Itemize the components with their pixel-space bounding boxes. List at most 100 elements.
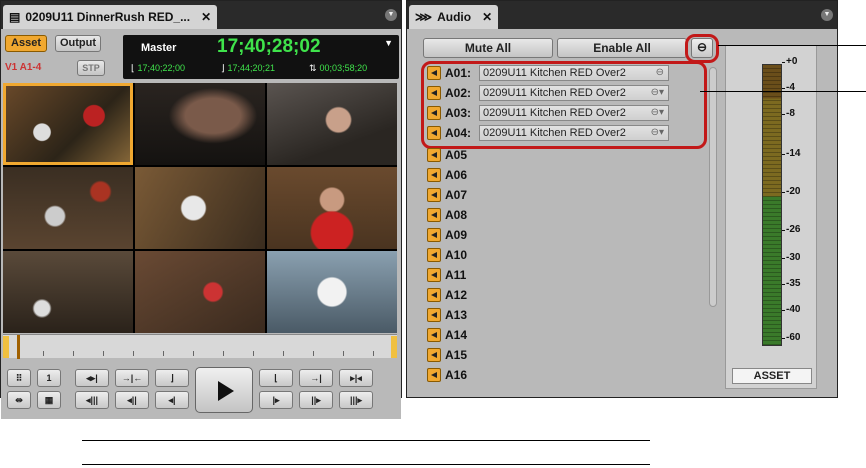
panel-menu-icon[interactable]: ▼ xyxy=(821,9,833,21)
timeline-tick xyxy=(253,351,254,356)
track-row[interactable]: A11 xyxy=(427,265,475,285)
track-row[interactable]: A08 xyxy=(427,205,475,225)
timeline-tick xyxy=(283,351,284,356)
duration-value: 00;03;58;20 xyxy=(319,63,368,73)
track-row[interactable]: A10 xyxy=(427,245,475,265)
timeline-tick xyxy=(133,351,134,356)
close-icon[interactable]: ✕ xyxy=(482,10,492,24)
track-row[interactable]: A09 xyxy=(427,225,475,245)
go-to-in-icon[interactable]: →|← xyxy=(115,369,149,387)
track-name: A10 xyxy=(445,248,468,262)
go-to-out-icon[interactable]: →| xyxy=(299,369,333,387)
mark-in-icon: ⌊ xyxy=(131,63,135,73)
timeline-tick xyxy=(373,351,374,356)
video-thumbnail[interactable] xyxy=(267,251,397,333)
track-row[interactable]: A06 xyxy=(427,165,475,185)
speaker-icon[interactable] xyxy=(427,168,441,182)
track-row[interactable]: A15 xyxy=(427,345,475,365)
track-row[interactable]: A14 xyxy=(427,325,475,345)
meter-label: ASSET xyxy=(732,368,812,384)
step-back-forward-icon[interactable]: ◂▸| xyxy=(75,369,109,387)
track-name: A08 xyxy=(445,208,468,222)
video-thumbnail[interactable] xyxy=(267,83,397,165)
track-row[interactable]: A16 xyxy=(427,365,475,385)
video-thumbnail[interactable] xyxy=(135,251,265,333)
output-button[interactable]: Output xyxy=(55,35,101,52)
mark-in-button-icon[interactable]: ⌋ xyxy=(155,369,189,387)
stp-button[interactable]: STP xyxy=(77,60,105,76)
speaker-icon[interactable] xyxy=(427,148,441,162)
track-row[interactable]: A07 xyxy=(427,185,475,205)
tab-source-monitor[interactable]: ▤ 0209U11 DinnerRush RED_... ✕ xyxy=(3,5,218,29)
timecode-menu-icon[interactable]: ▼ xyxy=(384,38,393,48)
track-scrollbar[interactable] xyxy=(709,67,717,307)
speaker-icon[interactable] xyxy=(427,268,441,282)
timeline-tick xyxy=(43,351,44,356)
video-thumbnail[interactable] xyxy=(135,167,265,249)
meter-scale-label: -40 xyxy=(781,304,801,315)
tab-bar: ⋙ Audio ✕ ▼ xyxy=(407,1,837,29)
speaker-icon[interactable] xyxy=(427,188,441,202)
rewind-icon[interactable]: ◂|| xyxy=(115,391,149,409)
play-button[interactable] xyxy=(195,367,253,413)
speaker-icon[interactable] xyxy=(427,208,441,222)
meter-scale-label: -35 xyxy=(781,278,801,289)
trim-icon[interactable]: ⇹ xyxy=(7,391,31,409)
video-thumbnail[interactable] xyxy=(3,251,133,333)
step-forward-icon[interactable]: |▸ xyxy=(259,391,293,409)
duration-icon: ⇅ xyxy=(309,63,317,73)
timeline-tick xyxy=(193,351,194,356)
mark-in-marker[interactable] xyxy=(3,336,9,358)
video-thumbnail[interactable] xyxy=(135,83,265,165)
playhead[interactable] xyxy=(17,335,20,359)
track-row[interactable]: A13 xyxy=(427,305,475,325)
video-thumbnail[interactable] xyxy=(3,167,133,249)
mark-out-timecode: ⌋ 17;44;20;21 xyxy=(221,63,275,74)
track-indicator: V1 A1-4 xyxy=(5,62,42,73)
mark-out-marker[interactable] xyxy=(391,336,397,358)
speaker-icon[interactable] xyxy=(427,228,441,242)
tab-bar: ▤ 0209U11 DinnerRush RED_... ✕ ▼ xyxy=(1,1,401,29)
forward-fast-icon[interactable]: |||▸ xyxy=(339,391,373,409)
video-thumbnail[interactable] xyxy=(3,83,133,165)
asset-button[interactable]: Asset xyxy=(5,35,47,52)
divider-line xyxy=(82,464,650,465)
video-thumbnail[interactable] xyxy=(267,167,397,249)
grid-icon[interactable]: ⠿ xyxy=(7,369,31,387)
forward-icon[interactable]: ||▸ xyxy=(299,391,333,409)
enable-all-button[interactable]: Enable All xyxy=(557,38,687,58)
tab-title: 0209U11 DinnerRush RED_... xyxy=(25,10,191,24)
tab-audio[interactable]: ⋙ Audio ✕ xyxy=(409,5,499,29)
speaker-icon[interactable] xyxy=(427,248,441,262)
timecode-display[interactable]: Master 17;40;28;02 ▼ ⌊ 17;40;22;00 ⌋ 17;44… xyxy=(123,35,399,79)
mark-out-value: 17;44;20;21 xyxy=(227,63,276,73)
speaker-icon[interactable] xyxy=(427,328,441,342)
step-back-icon[interactable]: ◂| xyxy=(155,391,189,409)
source-monitor-panel: ▤ 0209U11 DinnerRush RED_... ✕ ▼ Asset O… xyxy=(0,0,402,419)
speaker-icon[interactable] xyxy=(427,348,441,362)
audio-body: Mute All Enable All ⊖ A01: 0209U11 Kitch… xyxy=(407,29,837,397)
speaker-icon[interactable] xyxy=(427,368,441,382)
clear-marks-icon[interactable]: ▸|◂ xyxy=(339,369,373,387)
keyboard-icon[interactable]: ▦ xyxy=(37,391,61,409)
speaker-icon[interactable] xyxy=(427,288,441,302)
audio-meter: +0 -4 -8 -14 -20 -26 -30 -35 -40 -60 ASS… xyxy=(725,45,817,389)
track-row[interactable]: A12 xyxy=(427,285,475,305)
mark-out-button-icon[interactable]: ⌊ xyxy=(259,369,293,387)
speaker-icon[interactable] xyxy=(427,308,441,322)
track-name: A09 xyxy=(445,228,468,242)
track-name: A06 xyxy=(445,168,468,182)
track-row[interactable]: A05 xyxy=(427,145,475,165)
monitor-header: Asset Output V1 A1-4 STP Master 17;40;28… xyxy=(1,29,401,81)
video-viewer[interactable] xyxy=(3,83,397,333)
callout-line xyxy=(718,45,866,46)
track-name: A05 xyxy=(445,148,468,162)
rewind-fast-icon[interactable]: ◂||| xyxy=(75,391,109,409)
mute-all-button[interactable]: Mute All xyxy=(423,38,553,58)
number-button[interactable]: 1 xyxy=(37,369,61,387)
track-name: A13 xyxy=(445,308,468,322)
panel-menu-icon[interactable]: ▼ xyxy=(385,9,397,21)
timeline-tick xyxy=(73,351,74,356)
close-icon[interactable]: ✕ xyxy=(201,10,211,24)
position-bar[interactable] xyxy=(3,334,397,359)
